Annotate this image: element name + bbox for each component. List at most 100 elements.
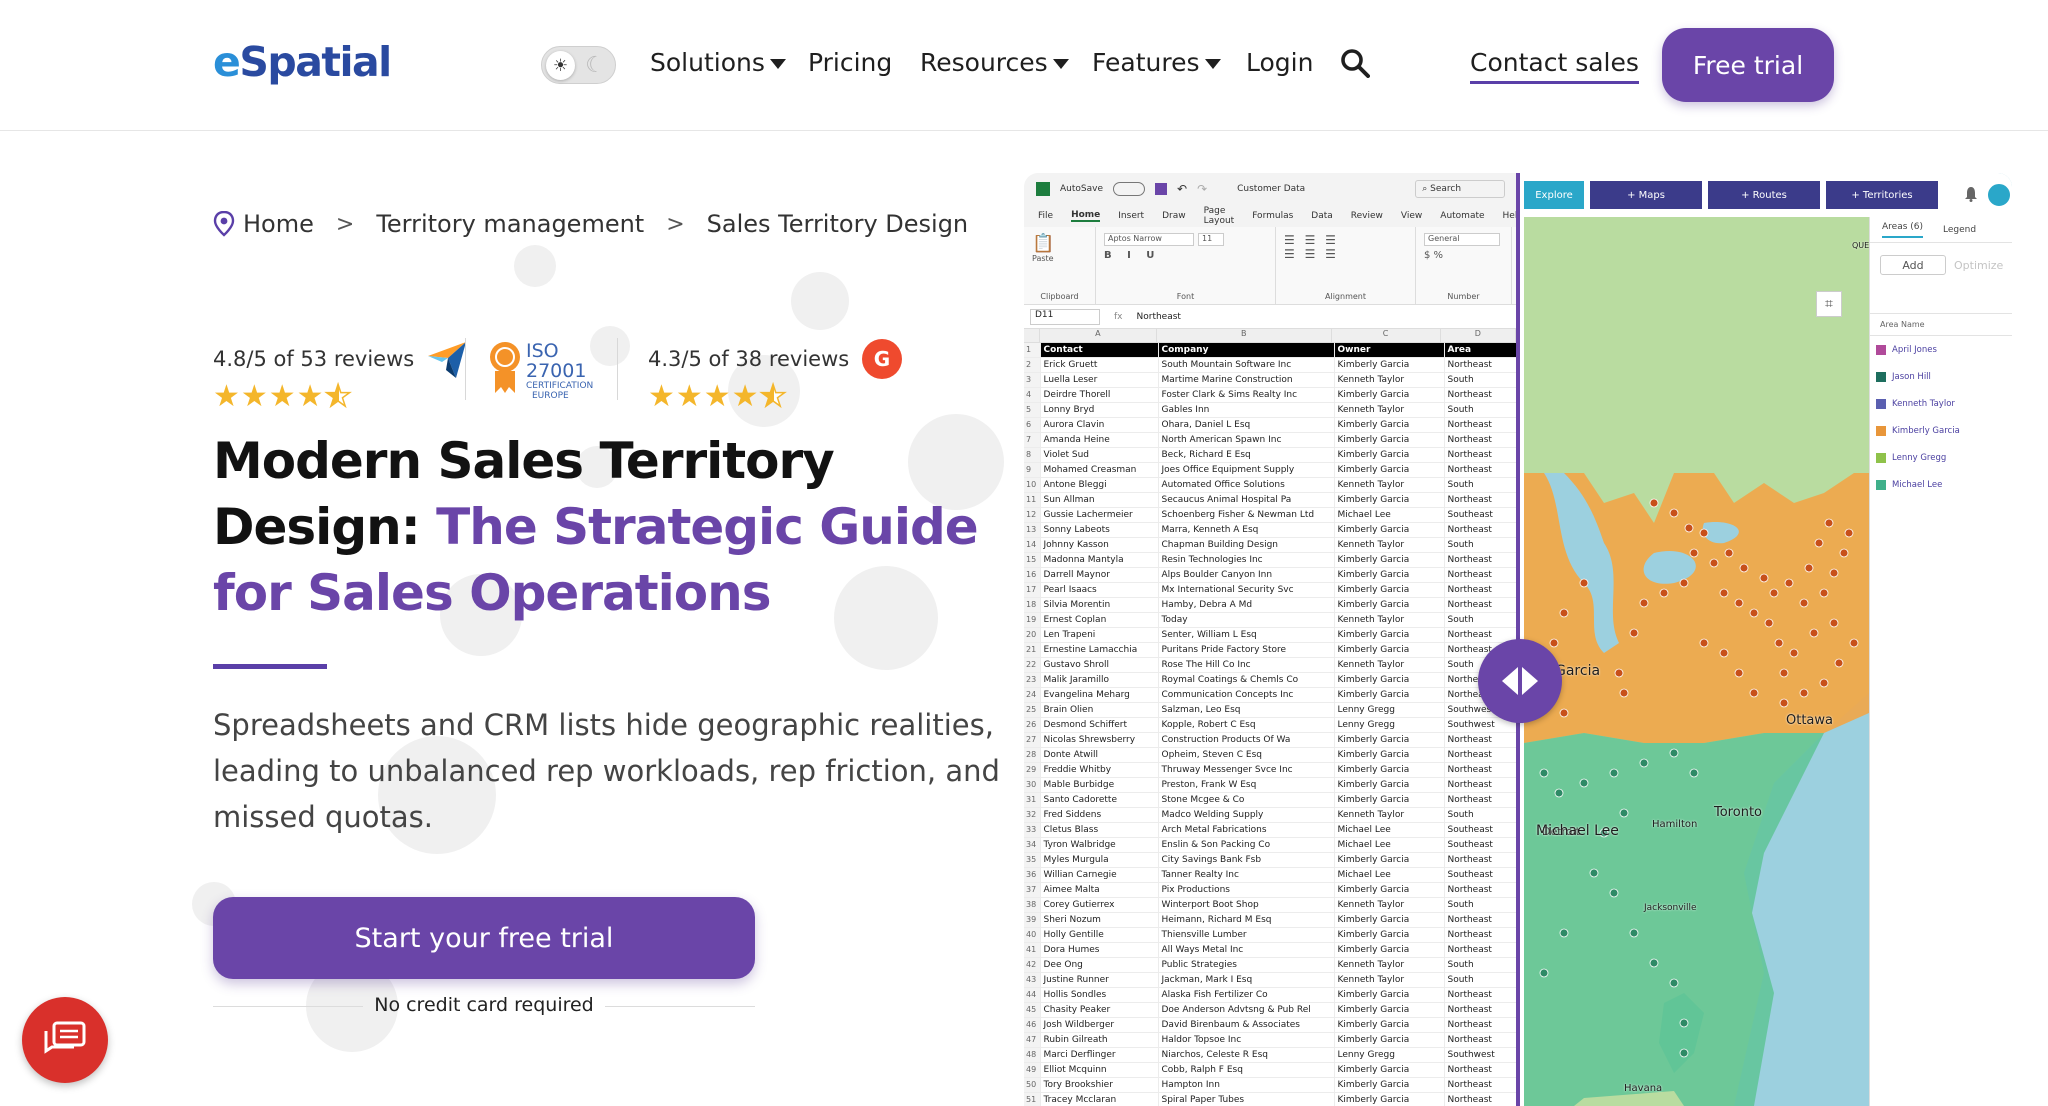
table-cell[interactable]: Elliot Mcquinn: [1040, 1062, 1159, 1079]
table-cell[interactable]: Stone Mcgee & Co: [1158, 792, 1335, 809]
table-cell[interactable]: Kimberly Garcia: [1334, 777, 1445, 794]
row-number[interactable]: 24: [1024, 687, 1041, 704]
customer-point[interactable]: [1764, 618, 1774, 628]
customer-point[interactable]: [1609, 888, 1619, 898]
table-cell[interactable]: Heimann, Richard M Esq: [1158, 912, 1335, 929]
table-cell[interactable]: Kimberly Garcia: [1334, 852, 1445, 869]
row-number[interactable]: 14: [1024, 537, 1041, 554]
table-cell[interactable]: Kimberly Garcia: [1334, 462, 1445, 479]
row-number[interactable]: 51: [1024, 1092, 1041, 1106]
table-cell[interactable]: Southwest: [1444, 1047, 1516, 1064]
table-cell[interactable]: Preston, Frank W Esq: [1158, 777, 1335, 794]
table-cell[interactable]: Chasity Peaker: [1040, 1002, 1159, 1019]
row-number[interactable]: 2: [1024, 357, 1041, 374]
row-number[interactable]: 9: [1024, 462, 1041, 479]
customer-point[interactable]: [1629, 928, 1639, 938]
nav-pricing[interactable]: Pricing: [808, 48, 892, 77]
customer-point[interactable]: [1669, 748, 1679, 758]
header-cell[interactable]: Contact: [1040, 343, 1159, 359]
table-cell[interactable]: Holly Gentille: [1040, 927, 1159, 944]
table-cell[interactable]: Construction Products Of Wa: [1158, 732, 1335, 749]
table-cell[interactable]: Kimberly Garcia: [1334, 432, 1445, 449]
table-cell[interactable]: Kimberly Garcia: [1334, 417, 1445, 434]
row-number[interactable]: 15: [1024, 552, 1041, 569]
xl-tab-automate[interactable]: Automate: [1440, 211, 1484, 221]
table-cell[interactable]: Ernestine Lamacchia: [1040, 642, 1159, 659]
table-cell[interactable]: Kimberly Garcia: [1334, 642, 1445, 659]
header-cell[interactable]: Area: [1444, 343, 1516, 359]
table-cell[interactable]: Haldor Topsoe Inc: [1158, 1032, 1335, 1049]
comparison-slider-handle[interactable]: [1478, 639, 1562, 723]
customer-point[interactable]: [1709, 558, 1719, 568]
number-format-icons[interactable]: $ %: [1424, 250, 1503, 261]
table-cell[interactable]: Kimberly Garcia: [1334, 552, 1445, 569]
row-number[interactable]: 3: [1024, 372, 1041, 389]
table-cell[interactable]: Justine Runner: [1040, 972, 1159, 989]
table-cell[interactable]: Today: [1158, 612, 1335, 629]
customer-point[interactable]: [1619, 688, 1629, 698]
table-cell[interactable]: Northeast: [1444, 1092, 1516, 1106]
customer-point[interactable]: [1804, 563, 1814, 573]
customer-point[interactable]: [1819, 678, 1829, 688]
table-cell[interactable]: Gustavo Shroll: [1040, 657, 1159, 674]
table-cell[interactable]: Erick Gruett: [1040, 357, 1159, 374]
bell-icon[interactable]: [1964, 186, 1978, 202]
customer-point[interactable]: [1829, 568, 1839, 578]
add-maps-button[interactable]: + Maps: [1590, 181, 1702, 209]
col-header[interactable]: C: [1332, 329, 1441, 342]
table-cell[interactable]: Kimberly Garcia: [1334, 1077, 1445, 1094]
start-free-trial-button[interactable]: Start your free trial: [213, 897, 755, 979]
espatial-logo[interactable]: eSpatial: [213, 38, 392, 86]
table-cell[interactable]: Kimberly Garcia: [1334, 1017, 1445, 1034]
area-list-item[interactable]: Michael Lee: [1870, 471, 2012, 498]
customer-point[interactable]: [1559, 708, 1569, 718]
customer-point[interactable]: [1779, 698, 1789, 708]
col-header[interactable]: A: [1040, 329, 1157, 342]
table-cell[interactable]: Chapman Building Design: [1158, 537, 1335, 554]
tab-areas[interactable]: Areas (6): [1882, 222, 1924, 238]
table-cell[interactable]: Kenneth Taylor: [1334, 537, 1445, 554]
row-number[interactable]: 49: [1024, 1062, 1041, 1079]
breadcrumb-home[interactable]: Home: [243, 210, 314, 238]
table-cell[interactable]: Northeast: [1444, 912, 1516, 929]
customer-point[interactable]: [1579, 578, 1589, 588]
header-cell[interactable]: Owner: [1334, 343, 1445, 359]
table-cell[interactable]: Secaucus Animal Hospital Pa: [1158, 492, 1335, 509]
alignment-icons[interactable]: ☰ ☰ ☰: [1284, 233, 1407, 247]
xl-tab-home[interactable]: Home: [1071, 210, 1101, 222]
table-cell[interactable]: Kopple, Robert C Esq: [1158, 717, 1335, 734]
table-cell[interactable]: Dora Humes: [1040, 942, 1159, 959]
row-number[interactable]: 16: [1024, 567, 1041, 584]
table-cell[interactable]: Violet Sud: [1040, 447, 1159, 464]
row-number[interactable]: 46: [1024, 1017, 1041, 1034]
customer-point[interactable]: [1699, 528, 1709, 538]
table-cell[interactable]: Brain Olien: [1040, 702, 1159, 719]
corner-cell[interactable]: [1024, 329, 1040, 342]
table-cell[interactable]: Tanner Realty Inc: [1158, 867, 1335, 884]
table-cell[interactable]: Sun Allman: [1040, 492, 1159, 509]
excel-search[interactable]: ⌕ Search: [1415, 180, 1506, 198]
table-cell[interactable]: South Mountain Software Inc: [1158, 357, 1335, 374]
table-cell[interactable]: Schoenberg Fisher & Newman Ltd: [1158, 507, 1335, 524]
table-cell[interactable]: Northeast: [1444, 432, 1516, 449]
table-cell[interactable]: Kimberly Garcia: [1334, 747, 1445, 764]
table-cell[interactable]: Kenneth Taylor: [1334, 897, 1445, 914]
table-cell[interactable]: Jackman, Mark I Esq: [1158, 972, 1335, 989]
table-cell[interactable]: Alaska Fish Fertilizer Co: [1158, 987, 1335, 1004]
add-area-button[interactable]: Add: [1880, 255, 1946, 275]
table-cell[interactable]: Myles Murgula: [1040, 852, 1159, 869]
table-cell[interactable]: South: [1444, 612, 1516, 629]
table-cell[interactable]: Antone Bleggi: [1040, 477, 1159, 494]
table-cell[interactable]: Kimberly Garcia: [1334, 987, 1445, 1004]
table-cell[interactable]: Kenneth Taylor: [1334, 477, 1445, 494]
free-trial-button[interactable]: Free trial: [1662, 28, 1834, 102]
customer-point[interactable]: [1559, 608, 1569, 618]
customer-point[interactable]: [1774, 638, 1784, 648]
table-cell[interactable]: South: [1444, 807, 1516, 824]
row-number[interactable]: 29: [1024, 762, 1041, 779]
row-number[interactable]: 30: [1024, 777, 1041, 794]
xl-tab-data[interactable]: Data: [1311, 211, 1333, 221]
customer-point[interactable]: [1809, 628, 1819, 638]
table-cell[interactable]: Kimberly Garcia: [1334, 522, 1445, 539]
table-cell[interactable]: Desmond Schiffert: [1040, 717, 1159, 734]
